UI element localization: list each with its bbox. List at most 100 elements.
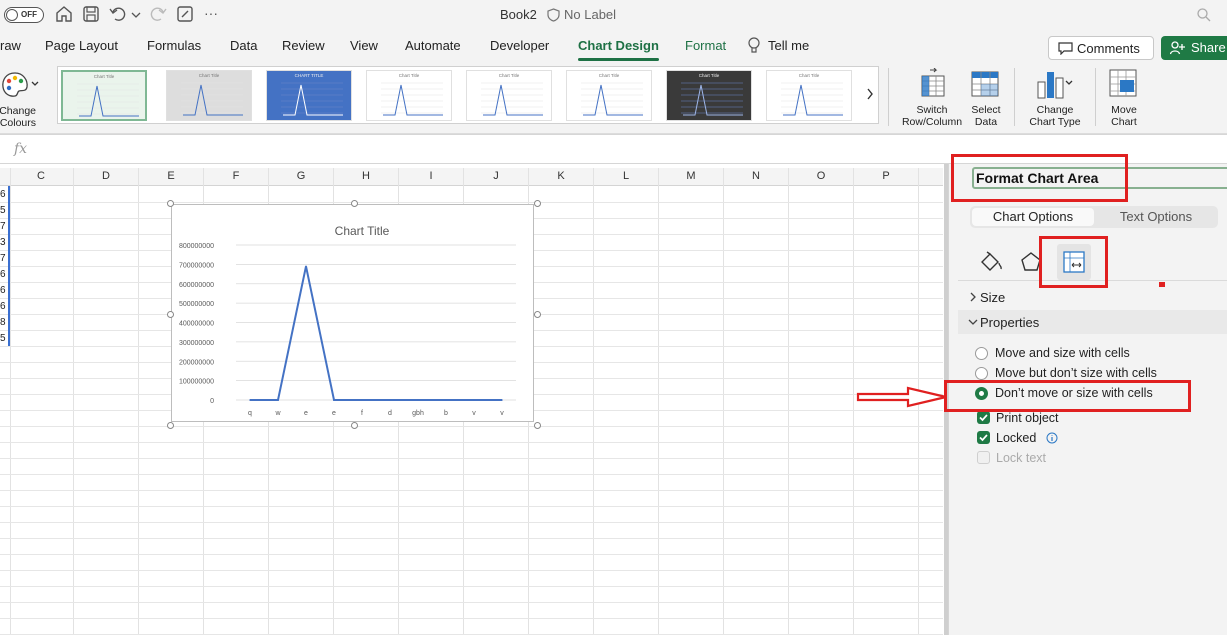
cell-value[interactable]: 5 <box>0 205 6 216</box>
chart-style-7[interactable]: Chart Title <box>666 70 752 121</box>
autosave-toggle[interactable]: OFF <box>4 7 44 23</box>
data-point[interactable] <box>501 399 503 401</box>
cell-value[interactable]: 6 <box>0 269 6 280</box>
data-point[interactable] <box>277 399 279 401</box>
tab-format[interactable]: Format <box>685 38 726 53</box>
tab-automate[interactable]: Automate <box>405 38 461 53</box>
chart-style-4[interactable]: Chart Title <box>366 70 452 121</box>
fill-line-icon[interactable] <box>977 248 1005 276</box>
column-header-e[interactable]: E <box>161 170 181 182</box>
tab-developer[interactable]: Developer <box>490 38 549 53</box>
move-chart-button[interactable]: Move Chart <box>1103 68 1145 128</box>
checkbox[interactable] <box>977 411 990 424</box>
radio-button[interactable] <box>975 367 988 380</box>
save-as-icon[interactable] <box>175 4 195 24</box>
resize-handle[interactable] <box>534 422 541 429</box>
more-icon[interactable]: ··· <box>204 5 218 21</box>
column-header-k[interactable]: K <box>551 170 571 182</box>
column-header-i[interactable]: I <box>421 170 441 182</box>
cell-value[interactable]: 7 <box>0 253 6 264</box>
tab-review[interactable]: Review <box>282 38 325 53</box>
chart-style-5[interactable]: Chart Title <box>466 70 552 121</box>
tab-text-options[interactable]: Text Options <box>1096 208 1216 226</box>
cell-value[interactable]: 7 <box>0 221 6 232</box>
tab-chart-options[interactable]: Chart Options <box>972 208 1094 226</box>
home-icon[interactable] <box>54 4 74 24</box>
column-header-l[interactable]: L <box>616 170 636 182</box>
cell-value[interactable]: 5 <box>0 333 6 344</box>
info-icon[interactable] <box>1046 432 1058 444</box>
select-data-button[interactable]: Select Data <box>966 68 1006 128</box>
checkbox-option-2[interactable]: Locked <box>975 431 1215 449</box>
data-point[interactable] <box>333 399 335 401</box>
resize-handle[interactable] <box>350 422 358 429</box>
resize-handle[interactable] <box>167 200 174 207</box>
tab-view[interactable]: View <box>350 38 378 53</box>
cell-value[interactable]: 8 <box>0 317 6 328</box>
redo-icon[interactable] <box>148 4 168 24</box>
chart-area[interactable]: Chart Title 800000000 700000000 600000000 50… <box>171 204 534 422</box>
undo-dropdown-icon[interactable] <box>130 4 142 24</box>
column-header-f[interactable]: F <box>226 170 246 182</box>
size-section-header[interactable]: Size <box>958 287 1227 309</box>
checkbox-option-3[interactable]: Lock text <box>975 451 1215 469</box>
data-point[interactable] <box>473 399 475 401</box>
data-point[interactable] <box>361 399 363 401</box>
grid-column-line <box>723 168 724 635</box>
column-header-d[interactable]: D <box>96 170 116 182</box>
resize-handle[interactable] <box>534 200 541 207</box>
data-point[interactable] <box>417 399 419 401</box>
radio-option-1[interactable]: Move and size with cells <box>975 346 1215 364</box>
chart-style-1[interactable]: Chart Title <box>61 70 147 121</box>
column-header-n[interactable]: N <box>746 170 766 182</box>
save-icon[interactable] <box>81 4 101 24</box>
cell-value[interactable]: 6 <box>0 301 6 312</box>
column-header-m[interactable]: M <box>681 170 701 182</box>
column-header-o[interactable]: O <box>811 170 831 182</box>
resize-handle[interactable] <box>534 311 541 318</box>
change-chart-type-button[interactable]: Change Chart Type <box>1024 68 1086 128</box>
column-header-g[interactable]: G <box>291 170 311 182</box>
tell-me-search[interactable]: Tell me <box>768 38 809 53</box>
tab-formulas[interactable]: Formulas <box>147 38 201 53</box>
checkbox-option-1[interactable]: Print object <box>975 411 1215 429</box>
cell-value[interactable]: 6 <box>0 189 6 200</box>
radio-button[interactable] <box>975 347 988 360</box>
column-header-j[interactable]: J <box>486 170 506 182</box>
series-line[interactable] <box>250 266 502 401</box>
switch-row-column-button[interactable]: Switch Row/Column <box>900 68 964 128</box>
resize-handle[interactable] <box>167 311 174 318</box>
column-header-p[interactable]: P <box>876 170 896 182</box>
chevron-right-icon[interactable] <box>866 88 874 100</box>
comments-button[interactable]: Comments <box>1048 36 1154 60</box>
tab-page-layout[interactable]: Page Layout <box>45 38 118 53</box>
column-header-h[interactable]: H <box>356 170 376 182</box>
data-point[interactable] <box>445 399 447 401</box>
data-point[interactable] <box>389 399 391 401</box>
chart-style-6[interactable]: Chart Title <box>566 70 652 121</box>
checkbox[interactable] <box>977 451 990 464</box>
checkbox[interactable] <box>977 431 990 444</box>
resize-handle[interactable] <box>167 422 174 429</box>
cell-value[interactable]: 6 <box>0 285 6 296</box>
data-point[interactable] <box>305 265 307 268</box>
fx-icon[interactable]: fx <box>14 141 27 157</box>
tab-data[interactable]: Data <box>230 38 257 53</box>
change-chart-type-icon <box>1037 72 1073 99</box>
change-colours-button[interactable]: Change Colours <box>0 70 44 130</box>
tab-chart-design[interactable]: Chart Design <box>578 38 659 61</box>
tab-draw[interactable]: raw <box>0 38 21 53</box>
resize-handle[interactable] <box>350 200 358 207</box>
search-icon[interactable] <box>1196 7 1212 23</box>
sensitivity-label[interactable]: No Label <box>564 7 616 22</box>
chart-style-3[interactable]: CHART TITLE <box>266 70 352 121</box>
properties-section-header[interactable]: Properties <box>958 310 1227 334</box>
share-button[interactable]: Share <box>1161 36 1227 60</box>
chart-style-8[interactable]: Chart Title <box>766 70 852 121</box>
chart-title[interactable]: Chart Title <box>335 224 390 238</box>
chart-style-2[interactable]: Chart Title <box>166 70 252 121</box>
cell-value[interactable]: 3 <box>0 237 6 248</box>
undo-icon[interactable] <box>108 4 128 24</box>
data-point[interactable] <box>249 399 251 401</box>
column-header-c[interactable]: C <box>31 170 51 182</box>
